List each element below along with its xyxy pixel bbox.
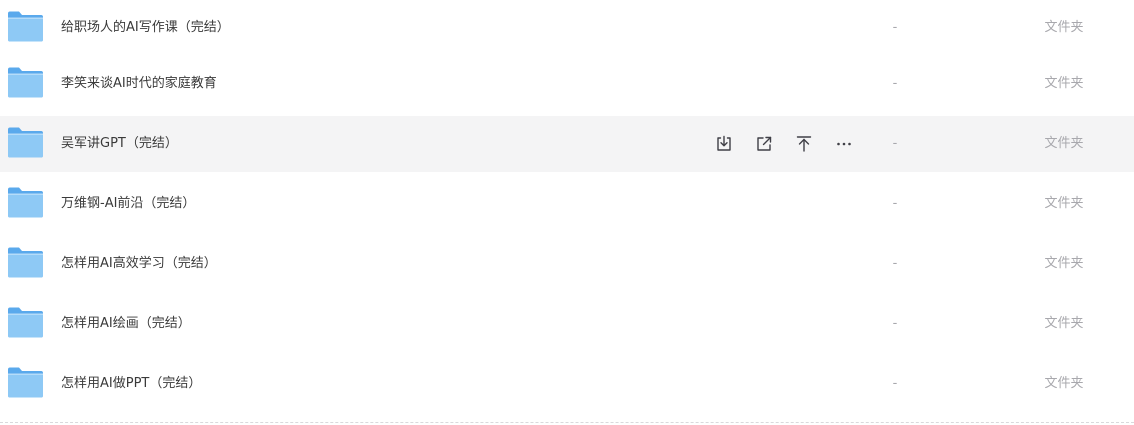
- folder-type: 文件夹: [1044, 376, 1084, 391]
- folder-row[interactable]: 怎样用AI高效学习（完结） - 文件夹: [0, 236, 1134, 292]
- share-icon: [757, 136, 772, 151]
- more-button[interactable]: [830, 130, 858, 158]
- folder-icon: [8, 11, 43, 42]
- folder-size: -: [892, 376, 898, 391]
- share-button[interactable]: [750, 130, 778, 158]
- folder-size: -: [892, 136, 898, 151]
- row-actions: [710, 130, 870, 158]
- list-bottom-divider: [0, 422, 1134, 423]
- folder-type: 文件夹: [1044, 256, 1084, 271]
- folder-name[interactable]: 怎样用AI做PPT（完结）: [61, 356, 201, 412]
- folder-icon: [8, 187, 43, 218]
- folder-type: 文件夹: [1044, 196, 1084, 211]
- folder-icon: [8, 307, 43, 338]
- folder-type: 文件夹: [1044, 136, 1084, 151]
- folder-icon: [8, 127, 43, 158]
- folder-icon: [8, 67, 43, 98]
- folder-type: 文件夹: [1044, 76, 1084, 91]
- folder-row[interactable]: 怎样用AI做PPT（完结） - 文件夹: [0, 356, 1134, 412]
- file-list: 给职场人的AI写作课（完结） - 文件夹 李笑来谈AI时代的家庭教育 - 文件夹…: [0, 0, 1134, 425]
- download-icon: [717, 135, 731, 151]
- folder-size: -: [892, 196, 898, 211]
- folder-icon: [8, 367, 43, 398]
- folder-row[interactable]: 万维钢-AI前沿（完结） - 文件夹: [0, 176, 1134, 232]
- more-icon: [837, 142, 851, 146]
- folder-type: 文件夹: [1044, 316, 1084, 331]
- folder-name[interactable]: 李笑来谈AI时代的家庭教育: [61, 56, 217, 112]
- folder-name[interactable]: 给职场人的AI写作课（完结）: [61, 0, 230, 56]
- download-button[interactable]: [710, 130, 738, 158]
- pin-to-top-icon: [796, 136, 812, 152]
- folder-name[interactable]: 怎样用AI高效学习（完结）: [61, 236, 217, 292]
- folder-size: -: [892, 20, 898, 35]
- folder-size: -: [892, 76, 898, 91]
- folder-name[interactable]: 怎样用AI绘画（完结）: [61, 296, 191, 352]
- folder-type: 文件夹: [1044, 20, 1084, 35]
- folder-row[interactable]: 吴军讲GPT（完结） - 文件夹: [0, 116, 1134, 172]
- pin-to-top-button[interactable]: [790, 130, 818, 158]
- folder-row[interactable]: 给职场人的AI写作课（完结） - 文件夹: [0, 0, 1134, 56]
- folder-icon: [8, 247, 43, 278]
- folder-name[interactable]: 万维钢-AI前沿（完结）: [61, 176, 195, 232]
- folder-size: -: [892, 316, 898, 331]
- folder-name[interactable]: 吴军讲GPT（完结）: [61, 116, 178, 172]
- folder-row[interactable]: 怎样用AI绘画（完结） - 文件夹: [0, 296, 1134, 352]
- folder-row[interactable]: 李笑来谈AI时代的家庭教育 - 文件夹: [0, 56, 1134, 112]
- folder-size: -: [892, 256, 898, 271]
